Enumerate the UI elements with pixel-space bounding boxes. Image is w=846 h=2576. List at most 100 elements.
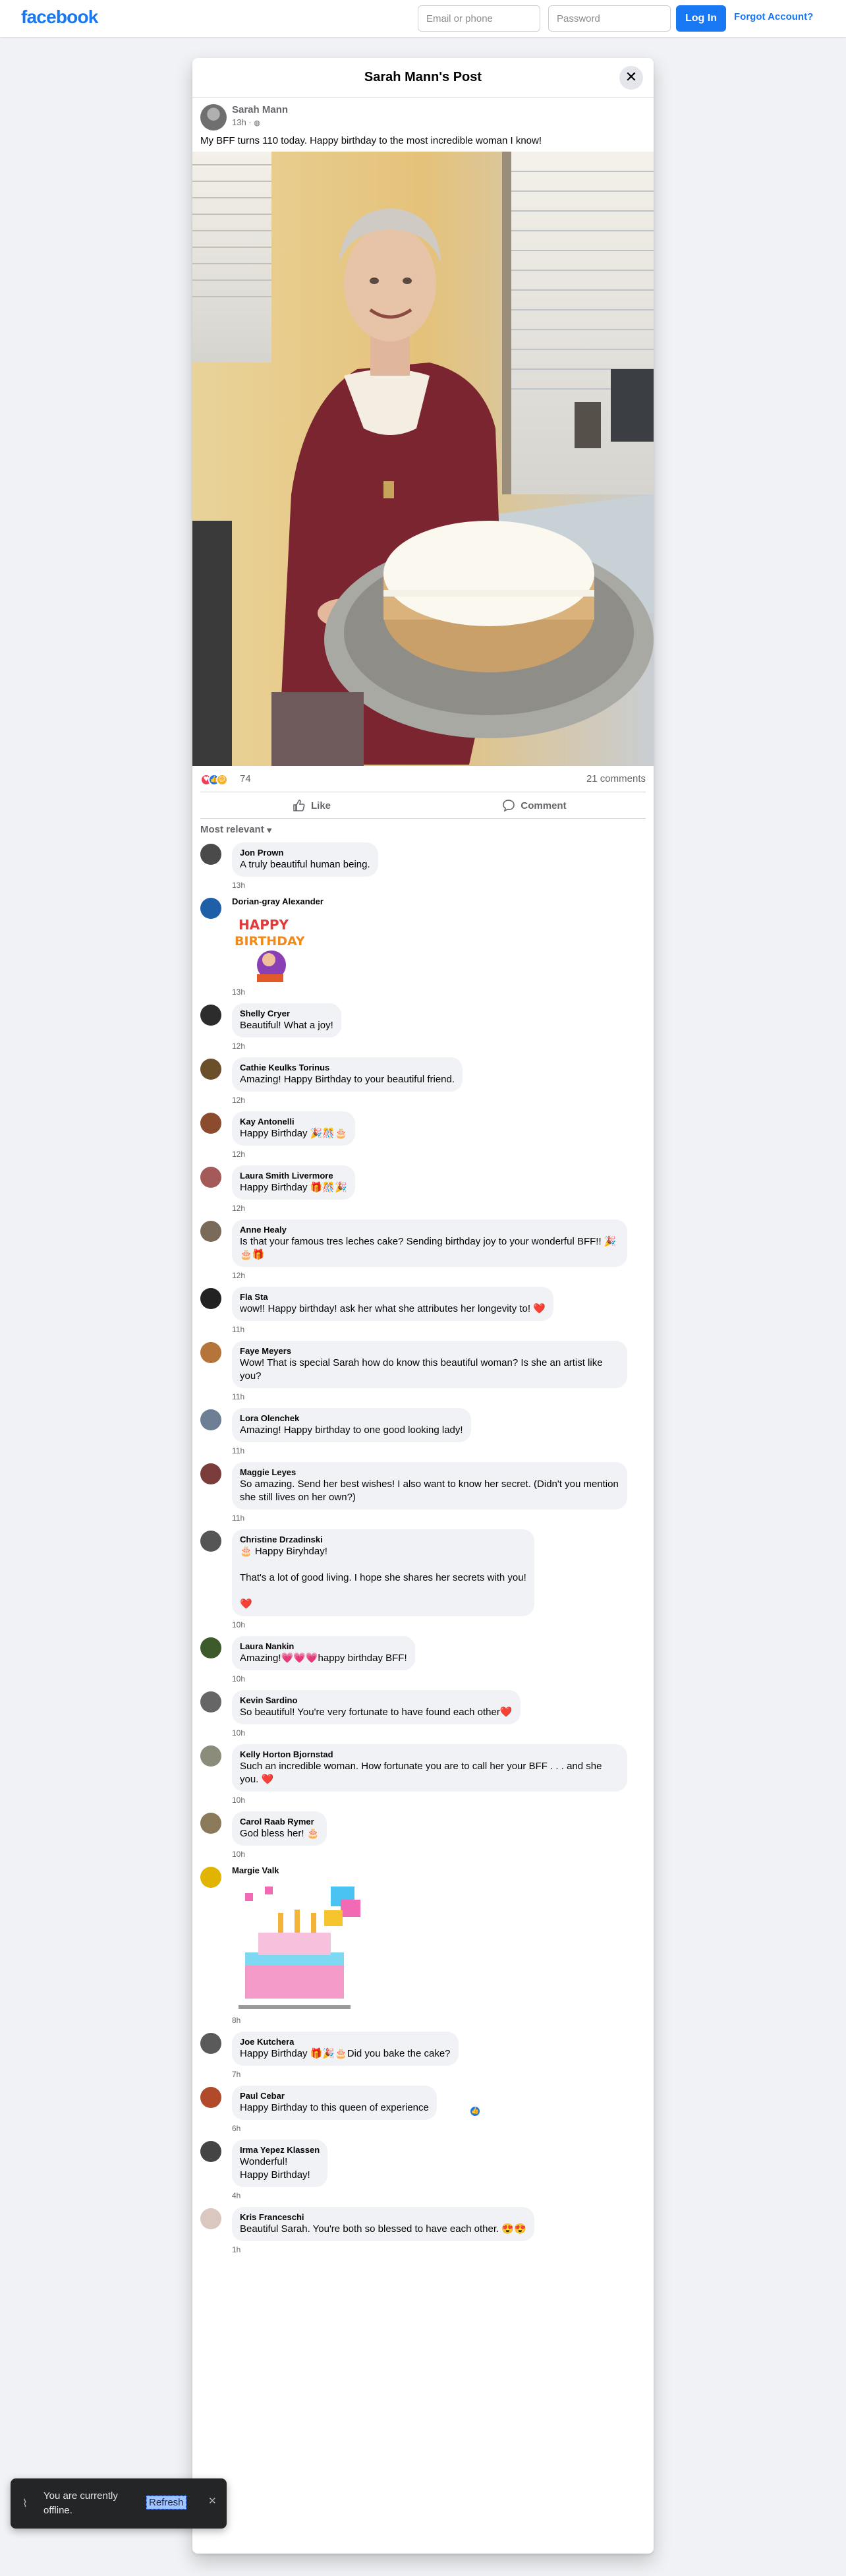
comment-timestamp[interactable]: 12h [232,1204,646,1213]
comment-text: Amazing!💗💗💗happy birthday BFF! [240,1653,407,1664]
commenter-name[interactable]: Christine Drzadinski [240,1535,526,1545]
comment: Dorian-gray Alexander HAPPY BIRTHDAY 13h [200,896,646,997]
avatar[interactable] [200,1113,221,1134]
sort-label: Most relevant [200,824,264,835]
avatar[interactable] [200,1745,221,1767]
comment-count[interactable]: 21 comments [586,773,646,784]
comment-timestamp[interactable]: 12h [232,1041,646,1051]
comment-list: Jon Prown A truly beautiful human being. 1… [192,842,654,2254]
comment-timestamp[interactable]: 1h [232,2245,646,2254]
commenter-name[interactable]: Faye Meyers [240,1346,619,1357]
login-button[interactable]: Log In [676,5,726,32]
forgot-account-link[interactable]: Forgot Account? [734,11,813,22]
like-button[interactable]: Like [200,795,423,816]
commenter-name[interactable]: Kris Franceschi [240,2212,526,2223]
comment-timestamp[interactable]: 7h [232,2070,646,2079]
comment-timestamp[interactable]: 10h [232,1796,646,1805]
commenter-name[interactable]: Jon Prown [240,848,370,858]
comment-bubble: Kris Franceschi Beautiful Sarah. You're b… [232,2207,534,2241]
avatar[interactable] [200,844,221,865]
commenter-name[interactable]: Laura Smith Livermore [240,1171,347,1181]
commenter-name[interactable]: Cathie Keulks Torinus [240,1063,455,1073]
avatar[interactable] [200,1221,221,1242]
post-photo[interactable] [192,152,654,766]
comment: Kelly Horton Bjornstad Such an incredible… [200,1744,646,1805]
comment-timestamp[interactable]: 10h [232,1728,646,1738]
avatar[interactable] [200,2208,221,2229]
comment-text: So amazing. Send her best wishes! I also… [240,1478,619,1503]
avatar[interactable] [200,1288,221,1309]
commenter-name[interactable]: Kevin Sardino [240,1695,513,1706]
comment-timestamp[interactable]: 12h [232,1150,646,1159]
comment-bubble: Maggie Leyes So amazing. Send her best wi… [232,1462,627,1509]
avatar[interactable] [200,1813,221,1834]
comment-timestamp[interactable]: 10h [232,1620,646,1629]
avatar[interactable] [200,1637,221,1658]
commenter-name[interactable]: Carol Raab Rymer [240,1817,319,1827]
comment-timestamp[interactable]: 11h [232,1513,646,1523]
avatar[interactable] [200,2087,221,2108]
comment-timestamp[interactable]: 12h [232,1271,646,1280]
comment-timestamp[interactable]: 6h [232,2124,646,2133]
svg-text:HAPPY: HAPPY [239,917,289,933]
facebook-logo[interactable]: facebook [21,7,98,28]
avatar[interactable] [200,1167,221,1188]
comment-timestamp[interactable]: 4h [232,2191,646,2200]
comment-button[interactable]: Comment [423,795,646,816]
commenter-name[interactable]: Paul Cebar [240,2091,429,2101]
comment: Kevin Sardino So beautiful! You're very f… [200,1690,646,1738]
comment-timestamp[interactable]: 13h [232,987,646,997]
comment-sort-dropdown[interactable]: Most relevant ▼ [192,819,654,842]
reaction-count[interactable]: 74 [240,773,251,784]
password-field[interactable] [548,5,671,32]
close-icon[interactable]: ✕ [619,66,643,90]
comment-timestamp[interactable]: 11h [232,1325,646,1334]
comment-text: Happy Birthday to this queen of experien… [240,2102,429,2113]
commenter-name[interactable]: Anne Healy [240,1225,619,1235]
like-icon[interactable]: 👍 [469,2105,481,2117]
commenter-name[interactable]: Laura Nankin [240,1641,407,1652]
comment-timestamp[interactable]: 10h [232,1674,646,1683]
commenter-name[interactable]: Lora Olenchek [240,1413,463,1424]
avatar[interactable] [200,1463,221,1484]
top-navbar: facebook Log In Forgot Account? [0,0,846,37]
avatar[interactable] [200,1005,221,1026]
comment: Shelly Cryer Beautiful! What a joy! 12h [200,1003,646,1051]
avatar[interactable] [200,1059,221,1080]
commenter-name[interactable]: Maggie Leyes [240,1467,619,1478]
refresh-button[interactable]: Refresh [146,2496,186,2509]
comment-timestamp[interactable]: 8h [232,2016,646,2025]
avatar[interactable] [200,1691,221,1712]
comment-text: Happy Birthday 🎁🎉🎂Did you bake the cake? [240,2048,451,2059]
avatar[interactable] [200,1867,221,1888]
avatar[interactable] [200,898,221,919]
avatar[interactable] [200,1342,221,1363]
avatar[interactable] [200,1531,221,1552]
comment-timestamp[interactable]: 12h [232,1096,646,1105]
commenter-name[interactable]: Fla Sta [240,1292,546,1303]
comment-bubble: Jon Prown A truly beautiful human being. [232,842,378,877]
email-field[interactable] [418,5,540,32]
commenter-name[interactable]: Joe Kutchera [240,2037,451,2047]
commenter-name[interactable]: Dorian-gray Alexander [232,896,646,907]
comment-timestamp[interactable]: 10h [232,1850,646,1859]
avatar[interactable] [200,104,227,131]
avatar[interactable] [200,2033,221,2054]
comment-timestamp[interactable]: 11h [232,1446,646,1455]
avatar[interactable] [200,2141,221,2162]
commenter-name[interactable]: Irma Yepez Klassen [240,2145,320,2155]
comment-timestamp[interactable]: 13h [232,881,646,890]
post-timestamp[interactable]: 13h · ◍ [232,117,260,127]
commenter-name[interactable]: Kay Antonelli [240,1117,347,1127]
commenter-name[interactable]: Margie Valk [232,1865,646,1876]
comment-text: Happy Birthday 🎉🎊🎂 [240,1128,347,1139]
post-author-row: Sarah Mann 13h · ◍ [192,98,654,134]
author-name[interactable]: Sarah Mann [232,104,288,115]
reactions-summary: ♥👍☺ 74 21 comments [200,766,646,792]
commenter-name[interactable]: Kelly Horton Bjornstad [240,1749,619,1760]
comment-timestamp[interactable]: 11h [232,1392,646,1401]
close-icon[interactable]: ✕ [208,2495,217,2507]
reaction-icons[interactable]: ♥👍☺ [200,773,228,786]
commenter-name[interactable]: Shelly Cryer [240,1009,333,1019]
avatar[interactable] [200,1409,221,1430]
